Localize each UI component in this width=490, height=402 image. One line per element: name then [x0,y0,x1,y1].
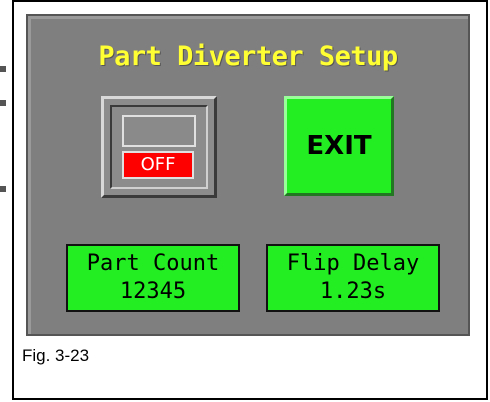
part-count-display[interactable]: Part Count 12345 [66,244,240,312]
part-count-value: 12345 [119,279,187,304]
flip-delay-input[interactable]: Flip Delay 1.23s [266,244,440,312]
screen-title: Part Diverter Setup [98,41,398,72]
flip-delay-label: Flip Delay [286,251,420,276]
scan-marks [0,0,8,402]
toggle-inner-panel: OFF [110,105,208,189]
scan-mark [0,100,6,106]
exit-button[interactable]: EXIT [284,96,394,196]
diverter-toggle-switch[interactable]: OFF [101,96,217,198]
part-count-label: Part Count [86,251,220,276]
figure-caption: Fig. 3-23 [22,346,90,365]
flip-delay-value: 1.23s [319,279,387,304]
scan-mark [0,186,6,192]
hmi-screen: Part Diverter Setup OFF EXIT Part Count … [26,14,470,336]
off-indicator-lamp: OFF [122,151,194,179]
on-indicator-lamp [122,115,196,147]
scan-mark [0,66,6,72]
